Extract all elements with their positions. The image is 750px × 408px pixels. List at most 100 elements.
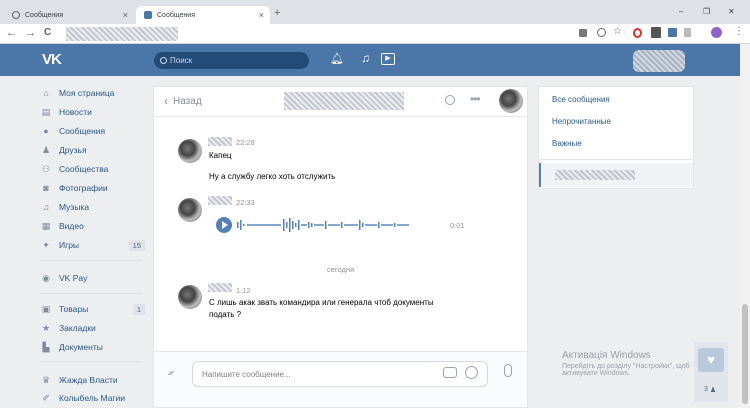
- message-time: 1:12: [236, 286, 251, 295]
- scrollbar-thumb[interactable]: [742, 304, 748, 404]
- back-label: Назад: [173, 95, 202, 107]
- video-icon: ▦: [41, 220, 51, 231]
- online-counter: 3 ♟: [704, 386, 716, 394]
- message-input-placeholder: Напишите сообщение...: [202, 369, 291, 379]
- vk-favicon-icon: [144, 11, 152, 19]
- sender-name[interactable]: [208, 137, 232, 146]
- page-scrollbar[interactable]: [740, 44, 750, 408]
- tab-close-icon[interactable]: ×: [259, 10, 264, 20]
- opera-extension-icon[interactable]: [633, 28, 642, 38]
- news-icon: ▤: [41, 106, 51, 117]
- menu-item-bookmarks[interactable]: ★ Закладки: [40, 320, 145, 336]
- menu-item-vk-pay[interactable]: ◉ VK Pay: [40, 270, 145, 286]
- translate-icon[interactable]: [579, 29, 587, 37]
- maximize-button[interactable]: ❐: [703, 7, 710, 16]
- new-tab-button[interactable]: +: [274, 7, 280, 19]
- home-icon: ⌂: [43, 88, 49, 98]
- avatar[interactable]: [178, 285, 202, 309]
- play-icon: [222, 221, 228, 229]
- reload-icon[interactable]: C: [44, 27, 51, 38]
- more-dots-icon[interactable]: •••: [470, 92, 481, 106]
- avatar[interactable]: [178, 198, 202, 222]
- vk-logo[interactable]: VK: [42, 51, 62, 68]
- camera-icon[interactable]: [443, 367, 457, 378]
- message-text: С лишь акак звать командира или генерала…: [209, 298, 434, 307]
- browser-tab[interactable]: Сообщения ×: [4, 6, 134, 24]
- attach-paperclip-icon[interactable]: ⌁: [163, 364, 179, 381]
- menu-item-group[interactable]: ✐ Колыбель Магии: [40, 390, 145, 406]
- emoji-icon[interactable]: [465, 366, 478, 379]
- browser-tab-bar: Сообщения × Сообщения × + – ❐ ✕: [0, 0, 750, 24]
- chat-avatar[interactable]: [499, 89, 523, 113]
- search-placeholder: Поиск: [170, 56, 193, 65]
- vk-extension-icon[interactable]: [668, 28, 677, 37]
- voice-play-button[interactable]: [216, 217, 232, 233]
- windows-activation-watermark: Активація Windows Перейдіть до розділу "…: [562, 350, 690, 377]
- bookmark-star-icon[interactable]: ☆: [613, 26, 622, 37]
- menu-item-my-page[interactable]: ⌂ Моя страница: [40, 85, 145, 101]
- menu-item-label: Фотографии: [59, 183, 108, 193]
- message-time: 22:28: [236, 138, 255, 147]
- menu-item-group[interactable]: ♛ Жажда Власти: [40, 372, 145, 388]
- back-button[interactable]: ‹ Назад: [164, 94, 202, 108]
- chat-header: ‹ Назад •••: [154, 87, 527, 117]
- menu-item-label: Новости: [59, 107, 92, 117]
- tab-title: Сообщения: [25, 11, 63, 19]
- menu-item-label: Сообщения: [59, 126, 106, 136]
- group-icon: ♛: [41, 374, 51, 385]
- selected-conversation[interactable]: [539, 163, 693, 187]
- menu-item-video[interactable]: ▦ Видео: [40, 218, 145, 234]
- menu-item-photos[interactable]: ◙ Фотографии: [40, 180, 145, 196]
- address-bar-row: ← → C ☆ ⋮: [0, 24, 750, 44]
- filter-unread[interactable]: Непрочитанные: [552, 117, 611, 126]
- filter-important[interactable]: Важные: [552, 139, 582, 148]
- search-input[interactable]: Поиск: [154, 52, 309, 69]
- menu-item-documents[interactable]: ▙ Документы: [40, 339, 145, 355]
- group-icon: ✐: [42, 392, 50, 403]
- play-icon[interactable]: ▶: [381, 53, 395, 65]
- sender-name[interactable]: [208, 196, 232, 205]
- goods-icon: ▣: [41, 303, 51, 314]
- chat-title[interactable]: [284, 92, 404, 110]
- chevron-left-icon: ‹: [164, 94, 168, 108]
- user-profile-menu[interactable]: [633, 50, 685, 72]
- search-icon[interactable]: [445, 95, 455, 105]
- menu-item-music[interactable]: ♫ Музыка: [40, 199, 145, 215]
- message-time: 22:33: [236, 198, 255, 207]
- minimize-button[interactable]: –: [679, 7, 683, 16]
- notifications-bell-icon[interactable]: 🔔︎: [330, 52, 344, 65]
- message-text: подать ?: [209, 310, 242, 319]
- menu-item-games[interactable]: ✦ Игры 15: [40, 237, 145, 253]
- close-window-button[interactable]: ✕: [728, 7, 735, 16]
- avatar[interactable]: [178, 139, 202, 163]
- menu-item-label: Друзья: [59, 145, 87, 155]
- zoom-icon[interactable]: [597, 28, 606, 37]
- menu-item-messages[interactable]: ● Сообщения: [40, 123, 145, 139]
- tab-close-icon[interactable]: ×: [123, 10, 128, 20]
- friends-icon: ♟: [41, 144, 51, 155]
- games-icon: ✦: [42, 239, 50, 250]
- forward-arrow-icon[interactable]: →: [25, 27, 36, 39]
- panel-divider: [539, 159, 693, 160]
- menu-item-news[interactable]: ▤ Новости: [40, 104, 145, 120]
- menu-item-goods[interactable]: ▣ Товары 1: [40, 301, 145, 317]
- menu-item-friends[interactable]: ♟ Друзья: [40, 142, 145, 158]
- filter-all-messages[interactable]: Все сообщения: [552, 95, 610, 104]
- side-widget[interactable]: ♥ 3 ♟: [694, 342, 728, 402]
- voice-waveform[interactable]: [237, 217, 442, 233]
- extension-icon[interactable]: [651, 27, 661, 38]
- back-arrow-icon[interactable]: ←: [6, 27, 17, 39]
- tab-favicon-icon: [12, 11, 20, 19]
- menu-item-label: Музыка: [59, 202, 90, 212]
- extension-icon[interactable]: [684, 28, 691, 37]
- url-field[interactable]: [66, 27, 178, 41]
- browser-tab-active[interactable]: Сообщения ×: [136, 6, 270, 24]
- menu-dots-icon[interactable]: ⋮: [734, 26, 744, 37]
- profile-avatar[interactable]: [711, 27, 722, 38]
- watermark-title: Активація Windows: [562, 350, 651, 361]
- menu-item-communities[interactable]: ⚇ Сообщества: [40, 161, 145, 177]
- messages-icon: ●: [43, 126, 49, 136]
- sender-name[interactable]: [208, 283, 232, 292]
- microphone-icon[interactable]: [504, 364, 512, 377]
- music-icon[interactable]: ♫: [361, 51, 370, 65]
